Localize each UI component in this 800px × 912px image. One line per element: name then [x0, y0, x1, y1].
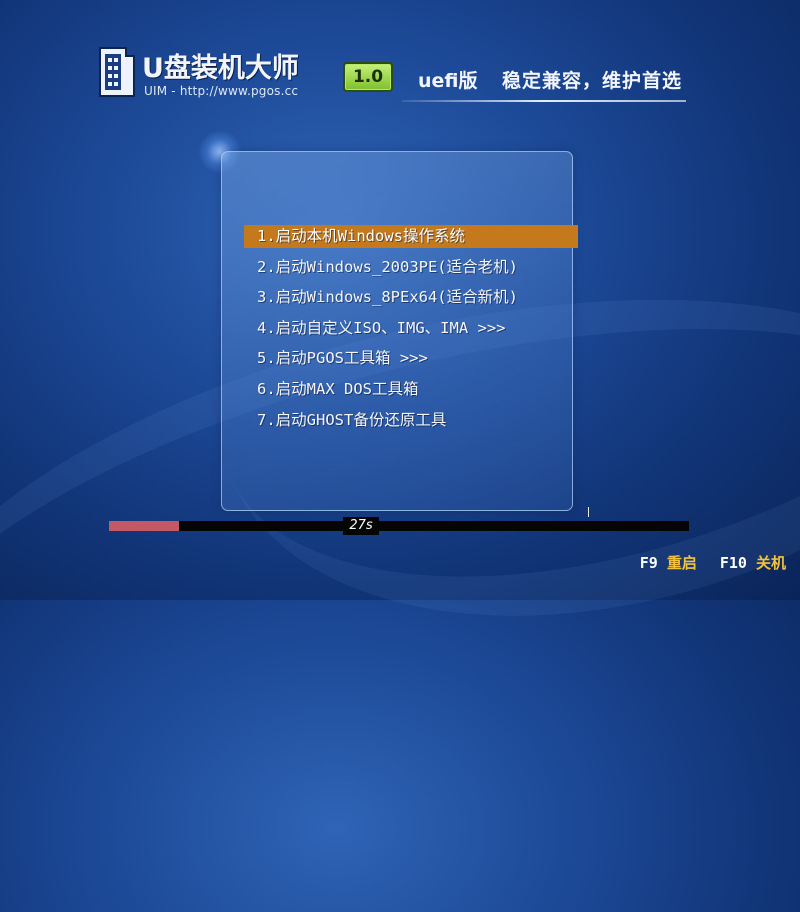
menu-item-6[interactable]: 6.启动MAX DOS工具箱 — [244, 378, 578, 401]
shutdown-label[interactable]: 关机 — [756, 554, 786, 572]
timeout-progress-fill — [109, 521, 179, 531]
cursor-mark — [588, 507, 589, 517]
slogan: 稳定兼容，维护首选 — [502, 70, 683, 92]
menu-item-4[interactable]: 4.启动自定义ISO、IMG、IMA >>> — [244, 317, 578, 340]
version-badge: 1.0 — [343, 62, 393, 92]
boot-menu-list: 1.启动本机Windows操作系统 2.启动Windows_2003PE(适合老… — [244, 225, 578, 439]
f10-key[interactable]: F10 — [720, 554, 747, 572]
menu-item-5[interactable]: 5.启动PGOS工具箱 >>> — [244, 347, 578, 370]
menu-item-3[interactable]: 3.启动Windows_8PEx64(适合新机) — [244, 286, 578, 309]
header: U盘装机大师 UIM - http://www.pgos.cc 1.0 uefi… — [96, 40, 688, 104]
usb-drive-icon — [96, 46, 138, 98]
edition-label: uefi版 — [418, 70, 478, 92]
function-key-bar: F9 重启 F10 关机 — [640, 552, 786, 573]
boot-menu-panel: 1.启动本机Windows操作系统 2.启动Windows_2003PE(适合老… — [221, 151, 578, 511]
f9-key[interactable]: F9 — [640, 554, 658, 572]
brand-title: U盘装机大师 — [142, 53, 299, 84]
brand-subtitle: UIM - http://www.pgos.cc — [144, 84, 299, 98]
menu-item-2[interactable]: 2.启动Windows_2003PE(适合老机) — [244, 256, 578, 279]
header-divider — [402, 100, 686, 102]
menu-item-7[interactable]: 7.启动GHOST备份还原工具 — [244, 409, 578, 432]
timeout-progress-bar — [109, 521, 689, 531]
countdown-label: 27s — [343, 517, 379, 535]
restart-label[interactable]: 重启 — [667, 554, 697, 572]
menu-item-1[interactable]: 1.启动本机Windows操作系统 — [244, 225, 578, 248]
